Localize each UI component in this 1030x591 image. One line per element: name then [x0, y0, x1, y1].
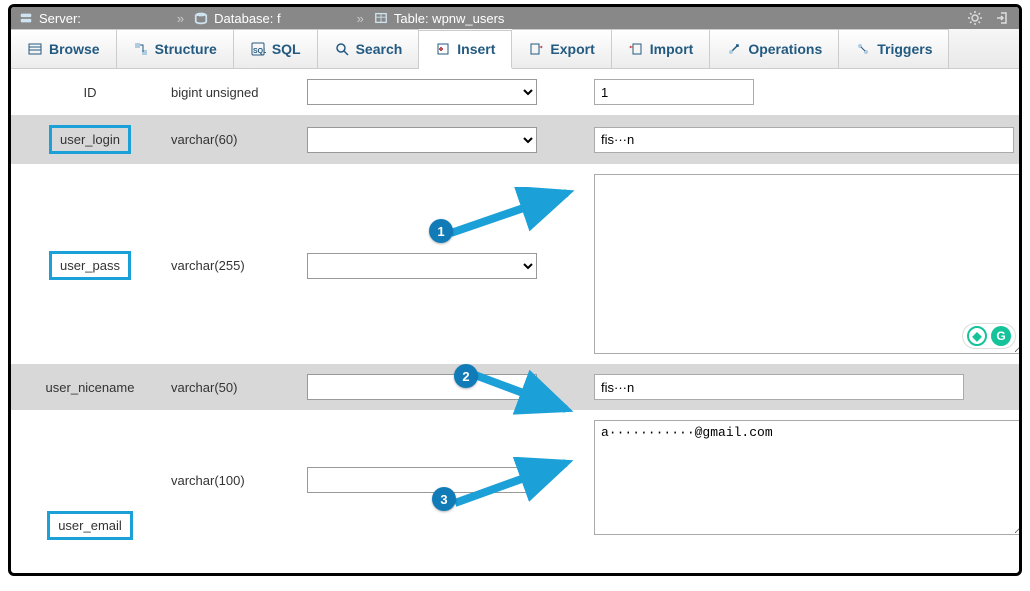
- arrow-3: [453, 457, 578, 512]
- table-icon: [374, 11, 388, 25]
- callout-2-badge: 2: [454, 364, 478, 388]
- col-user-nicename-value[interactable]: [594, 374, 964, 400]
- row-id: ID bigint unsigned: [11, 69, 1019, 115]
- tab-search-label: Search: [356, 41, 403, 57]
- tab-import-label: Import: [650, 41, 694, 57]
- tab-browse-label: Browse: [49, 41, 100, 57]
- browse-icon: [27, 41, 43, 57]
- callout-3-badge: 3: [432, 487, 456, 511]
- import-icon: [628, 41, 644, 57]
- breadcrumb-db-label[interactable]: Database: f: [214, 11, 281, 26]
- database-icon: [194, 11, 208, 25]
- col-id-function[interactable]: [307, 79, 537, 105]
- sql-icon: SQL: [250, 41, 266, 57]
- col-user-pass-type: varchar(255): [171, 258, 301, 273]
- tab-sql-label: SQL: [272, 41, 301, 57]
- tab-structure-label: Structure: [155, 41, 217, 57]
- callout-3: 3: [432, 487, 456, 511]
- breadcrumb-sep2: »: [357, 11, 364, 26]
- tab-import[interactable]: Import: [612, 29, 711, 68]
- grammarly-widget[interactable]: ◆ G: [962, 323, 1016, 349]
- breadcrumb-sep: »: [177, 11, 184, 26]
- callout-1-badge: 1: [429, 219, 453, 243]
- col-user-login-name: user_login: [49, 125, 131, 154]
- structure-icon: [133, 41, 149, 57]
- operations-icon: [726, 41, 742, 57]
- tab-export[interactable]: Export: [512, 29, 611, 68]
- tab-browse[interactable]: Browse: [11, 29, 117, 68]
- col-user-email-name: user_email: [47, 511, 133, 540]
- callout-1: 1: [429, 219, 453, 243]
- col-user-login-type: varchar(60): [171, 132, 301, 147]
- col-id-value[interactable]: [594, 79, 754, 105]
- col-user-email-value[interactable]: a···········@gmail.com: [594, 420, 1022, 535]
- col-user-nicename-name: user_nicename: [46, 376, 135, 399]
- col-user-login-function[interactable]: [307, 127, 537, 153]
- col-id-name: ID: [78, 81, 103, 104]
- col-user-pass-name: user_pass: [49, 251, 131, 280]
- grammarly-g-icon[interactable]: G: [991, 326, 1011, 346]
- tab-operations-label: Operations: [748, 41, 822, 57]
- col-user-pass-value[interactable]: [594, 174, 1022, 354]
- server-icon: [19, 11, 33, 25]
- tab-insert-label: Insert: [457, 41, 495, 57]
- col-user-pass-function[interactable]: [307, 253, 537, 279]
- tab-sql[interactable]: SQL SQL: [234, 29, 318, 68]
- export-icon: [528, 41, 544, 57]
- col-user-email-type: varchar(100): [171, 473, 301, 488]
- col-user-login-value[interactable]: [594, 127, 1014, 153]
- col-user-nicename-type: varchar(50): [171, 380, 301, 395]
- insert-icon: [435, 41, 451, 57]
- search-icon: [334, 41, 350, 57]
- tab-operations[interactable]: Operations: [710, 29, 839, 68]
- insert-form: ID bigint unsigned user_login varchar(60…: [11, 69, 1019, 550]
- exit-icon[interactable]: [995, 10, 1011, 26]
- breadcrumb: Server: » Database: f » Table: wpnw_user…: [11, 7, 1019, 29]
- arrow-1: [449, 187, 579, 242]
- breadcrumb-table-label[interactable]: Table: wpnw_users: [394, 11, 505, 26]
- gear-icon[interactable]: [967, 10, 983, 26]
- tab-triggers[interactable]: Triggers: [839, 29, 949, 68]
- grammarly-diamond-icon[interactable]: ◆: [967, 326, 987, 346]
- tab-structure[interactable]: Structure: [117, 29, 234, 68]
- col-id-type: bigint unsigned: [171, 85, 301, 100]
- callout-2: 2: [454, 364, 478, 388]
- row-user-login: user_login varchar(60): [11, 115, 1019, 164]
- tab-search[interactable]: Search: [318, 29, 420, 68]
- svg-text:SQL: SQL: [253, 48, 266, 55]
- tab-bar: Browse Structure SQL SQL Search Insert E…: [11, 29, 1019, 69]
- triggers-icon: [855, 41, 871, 57]
- tab-triggers-label: Triggers: [877, 41, 932, 57]
- breadcrumb-server-label[interactable]: Server:: [39, 11, 81, 26]
- arrow-2: [473, 369, 578, 419]
- tab-export-label: Export: [550, 41, 594, 57]
- tab-insert[interactable]: Insert: [419, 30, 512, 69]
